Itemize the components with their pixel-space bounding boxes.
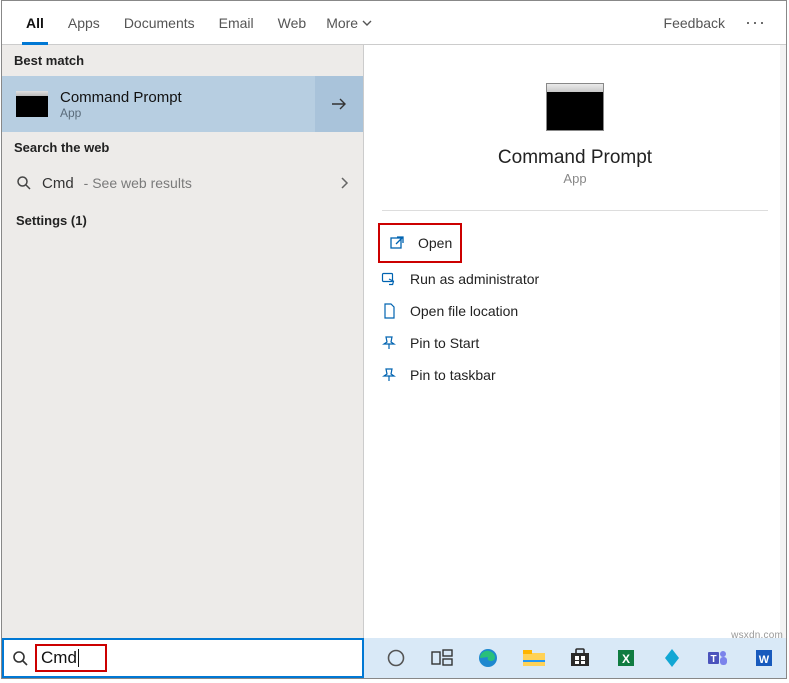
watermark: wsxdn.com bbox=[731, 630, 783, 641]
search-input[interactable]: Cmd bbox=[41, 648, 77, 668]
search-tabs: All Apps Documents Email Web More Feedba… bbox=[2, 1, 786, 45]
divider bbox=[382, 210, 768, 211]
feedback-link[interactable]: Feedback bbox=[652, 1, 737, 45]
open-icon bbox=[388, 235, 406, 251]
preview-subtitle: App bbox=[563, 171, 586, 186]
search-box-container[interactable]: Cmd bbox=[2, 638, 364, 678]
tab-web[interactable]: Web bbox=[266, 1, 319, 45]
best-match-subtitle: App bbox=[60, 106, 182, 120]
best-match-title: Command Prompt bbox=[60, 89, 182, 106]
more-options-button[interactable]: ··· bbox=[737, 12, 774, 33]
chevron-down-icon bbox=[362, 20, 372, 26]
command-prompt-icon bbox=[546, 83, 604, 131]
best-match-header: Best match bbox=[2, 45, 363, 76]
web-result-sub: - See web results bbox=[84, 175, 192, 191]
command-prompt-icon bbox=[16, 91, 48, 117]
text-caret bbox=[78, 649, 79, 667]
task-view-icon[interactable] bbox=[430, 646, 454, 670]
kodi-icon[interactable] bbox=[660, 646, 684, 670]
svg-text:X: X bbox=[622, 652, 630, 666]
settings-header[interactable]: Settings (1) bbox=[2, 203, 363, 238]
word-icon[interactable]: W bbox=[752, 646, 776, 670]
action-run-as-admin[interactable]: Run as administrator bbox=[374, 263, 776, 295]
preview-panel: Command Prompt App Open bbox=[364, 45, 786, 638]
scrollbar[interactable] bbox=[780, 45, 786, 638]
preview-actions: Open Run as administrator Open file loca… bbox=[364, 223, 786, 391]
action-pin-to-taskbar[interactable]: Pin to taskbar bbox=[374, 359, 776, 391]
search-web-header: Search the web bbox=[2, 132, 363, 163]
tab-more[interactable]: More bbox=[318, 15, 380, 31]
file-explorer-icon[interactable] bbox=[522, 646, 546, 670]
expand-arrow-button[interactable] bbox=[315, 76, 363, 132]
action-open[interactable]: Open bbox=[382, 227, 458, 259]
tab-email[interactable]: Email bbox=[207, 1, 266, 45]
tab-documents[interactable]: Documents bbox=[112, 1, 207, 45]
search-icon bbox=[12, 650, 29, 667]
admin-icon bbox=[380, 271, 398, 287]
pin-taskbar-icon bbox=[380, 367, 398, 383]
svg-text:T: T bbox=[710, 654, 716, 665]
edge-icon[interactable] bbox=[476, 646, 500, 670]
chevron-right-icon bbox=[340, 176, 349, 190]
tab-all[interactable]: All bbox=[14, 1, 56, 45]
excel-icon[interactable]: X bbox=[614, 646, 638, 670]
search-window: All Apps Documents Email Web More Feedba… bbox=[1, 0, 787, 679]
store-icon[interactable] bbox=[568, 646, 592, 670]
pin-start-icon bbox=[380, 335, 398, 351]
best-match-item[interactable]: Command Prompt App bbox=[2, 76, 363, 132]
results-panel: Best match Command Prompt App Search the… bbox=[2, 45, 364, 638]
action-open-file-location[interactable]: Open file location bbox=[374, 295, 776, 327]
bottom-bar: Cmd X T W bbox=[2, 638, 786, 678]
web-result-label: Cmd bbox=[42, 175, 74, 192]
web-result-item[interactable]: Cmd - See web results bbox=[2, 163, 363, 203]
preview-title: Command Prompt bbox=[498, 147, 652, 169]
tab-apps[interactable]: Apps bbox=[56, 1, 112, 45]
file-loc-icon bbox=[380, 303, 398, 319]
action-pin-to-start[interactable]: Pin to Start bbox=[374, 327, 776, 359]
cortana-icon[interactable] bbox=[384, 646, 408, 670]
search-icon bbox=[16, 175, 32, 191]
teams-icon[interactable]: T bbox=[706, 646, 730, 670]
taskbar: X T W bbox=[364, 638, 786, 678]
svg-text:W: W bbox=[759, 654, 770, 666]
